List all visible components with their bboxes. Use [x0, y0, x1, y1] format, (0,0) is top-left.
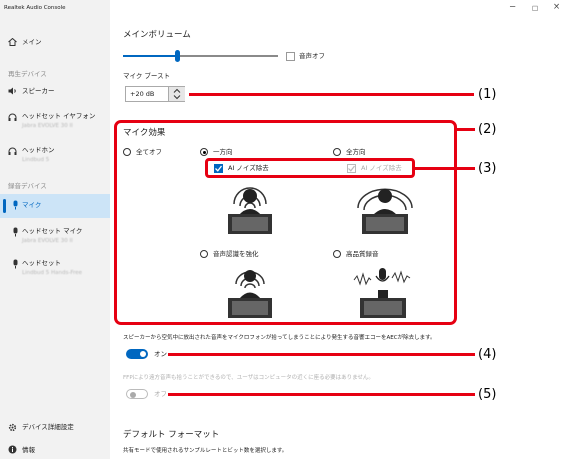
directional-mic-illustration [228, 187, 272, 234]
radio-directional[interactable] [200, 148, 208, 156]
check-icon [215, 165, 222, 172]
speaker-icon [8, 87, 16, 95]
radio-all-off[interactable] [123, 148, 131, 156]
sidebar-item-speaker[interactable]: スピーカー [8, 86, 103, 98]
omni-mic-illustration [357, 188, 413, 234]
headphones-icon [8, 113, 17, 121]
callout-label-5: (5) [478, 387, 497, 402]
close-button[interactable]: × [553, 2, 560, 12]
sidebar-item-label: ヘッドセット [22, 259, 61, 267]
mic-boost-select[interactable]: +20 dB [125, 86, 185, 102]
microphone-icon [13, 227, 18, 237]
gear-icon [8, 423, 17, 432]
selection-indicator [3, 199, 6, 213]
callout-line-5 [168, 393, 475, 396]
ai-noise-label: AI ノイズ除去 [228, 164, 269, 172]
radio-omni[interactable] [333, 148, 341, 156]
callout-label-2: (2) [478, 122, 497, 137]
chevron-updown-icon [173, 88, 181, 100]
aec-toggle-knob [139, 350, 146, 357]
radio-speech[interactable] [200, 250, 208, 258]
sidebar-item-label: 情報 [22, 446, 35, 454]
ffp-toggle-knob [129, 391, 136, 398]
option-label: 全方向 [346, 148, 366, 156]
ffp-toggle[interactable] [126, 389, 148, 399]
sidebar-item-label: デバイス詳細設定 [22, 423, 74, 431]
section-header-recording: 録音デバイス [8, 182, 47, 190]
ai-noise-omni-label: AI ノイズ除去 [361, 164, 402, 172]
radio-hq[interactable] [333, 250, 341, 258]
mute-checkbox[interactable] [286, 52, 295, 61]
sidebar-item-headset-earphone[interactable]: ヘッドセット イヤフォン Jabra EVOLVE 30 II [8, 111, 106, 135]
sidebar-item-sub: Lindbud 5 [22, 157, 50, 163]
sidebar-item-headset-mic[interactable]: ヘッドセット マイク Jabra EVOLVE 30 II [12, 226, 106, 250]
callout-label-4: (4) [478, 347, 497, 362]
option-all-off[interactable]: 全てオフ [123, 147, 183, 159]
callout-line-1 [189, 93, 474, 96]
check-icon [348, 165, 355, 172]
minimize-button[interactable]: − [509, 2, 516, 12]
info-icon [8, 445, 17, 454]
maximize-button[interactable]: □ [532, 4, 538, 12]
sidebar-item-info[interactable]: 情報 [8, 445, 103, 457]
ai-noise-omni-checkbox [347, 164, 356, 173]
option-label: 一方向 [213, 148, 233, 156]
aec-toggle[interactable] [126, 349, 148, 359]
section-header-playback: 再生デバイス [8, 70, 47, 78]
mic-boost-value: +20 dB [130, 90, 155, 98]
mic-effects-title: マイク効果 [123, 128, 166, 138]
aec-toggle-label: オン [154, 350, 167, 358]
sidebar-item-home[interactable]: メイン [8, 37, 98, 49]
callout-line-2 [457, 128, 475, 131]
ffp-description: FFPにより遠方音声も拾うことができるので、ユーザはコンピュータの近くに座る必要… [123, 375, 374, 381]
hq-recording-illustration [353, 268, 411, 318]
option-label: 高品質録音 [346, 250, 379, 258]
sidebar-item-advanced[interactable]: デバイス詳細設定 [8, 422, 103, 434]
mic-boost-label: マイク ブースト [123, 72, 171, 80]
option-label: 全てオフ [136, 148, 162, 156]
default-format-title: デフォルト フォーマット [123, 430, 220, 440]
callout-line-3 [415, 167, 475, 170]
default-format-description: 共有モードで使用されるサンプルレートとビット数を選択します。 [123, 448, 288, 454]
callout-label-3: (3) [478, 161, 497, 176]
sidebar-item-label: スピーカー [22, 87, 55, 95]
sidebar-item-label: メイン [22, 38, 42, 46]
sidebar-item-label: ヘッドホン [22, 146, 55, 154]
stepper-buttons[interactable] [168, 87, 185, 101]
mute-label: 音声オフ [299, 52, 325, 60]
callout-label-1: (1) [478, 87, 497, 102]
option-label: 音声認識を強化 [213, 250, 259, 258]
ai-noise-checkbox[interactable] [214, 164, 223, 173]
sidebar-item-sub: Lindbud 5 Hands-Free [22, 270, 83, 276]
sidebar-item-sub: Jabra EVOLVE 30 II [22, 123, 73, 129]
sidebar-item-label: マイク [22, 201, 42, 209]
callout-line-4 [168, 353, 475, 356]
sidebar-item-label: ヘッドセット マイク [22, 227, 83, 235]
sidebar-item-mic[interactable]: マイク [12, 200, 102, 212]
home-icon [8, 38, 17, 46]
volume-slider[interactable] [123, 50, 278, 62]
aec-description: スピーカーから空気中に放出された音声をマイクロフォンが拾ってしまうことにより発生… [123, 335, 436, 341]
sidebar-item-headphones[interactable]: ヘッドホン Lindbud 5 [8, 145, 106, 169]
option-hq[interactable]: 高品質録音 [333, 249, 413, 261]
sidebar-item-sub: Jabra EVOLVE 30 II [22, 238, 73, 244]
headphones-icon [8, 147, 17, 155]
microphone-icon [13, 259, 18, 269]
sidebar-item-headset[interactable]: ヘッドセット Lindbud 5 Hands-Free [12, 258, 106, 282]
volume-thumb[interactable] [175, 50, 180, 62]
microphone-icon [13, 200, 18, 210]
window-title: Realtek Audio Console [4, 5, 66, 11]
sidebar-item-label: ヘッドセット イヤフォン [22, 112, 96, 120]
volume-fill [123, 55, 177, 57]
speech-recognition-illustration [228, 270, 272, 318]
ffp-toggle-label: オフ [154, 390, 167, 398]
main-volume-title: メインボリューム [123, 30, 191, 40]
option-speech[interactable]: 音声認識を強化 [200, 249, 280, 261]
